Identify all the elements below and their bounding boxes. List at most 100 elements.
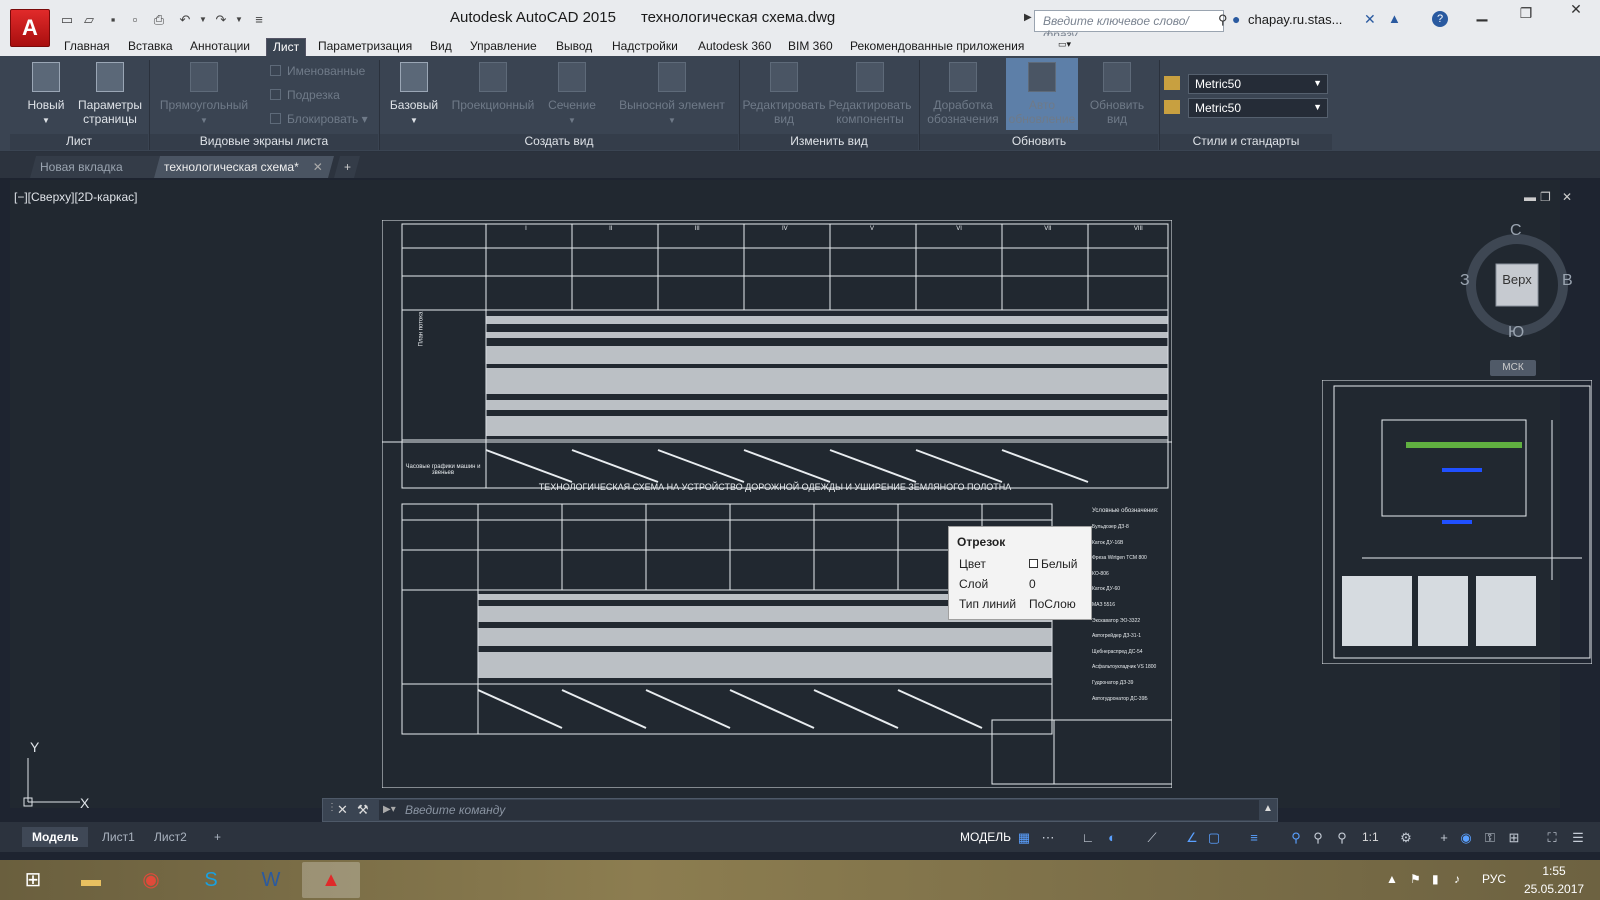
annotation-scale-value[interactable]: 1:1 [1362, 830, 1379, 844]
customization-icon[interactable]: ☰ [1570, 830, 1586, 846]
wcs-menu[interactable]: МСК [1490, 360, 1536, 376]
network-icon[interactable]: ▮ [1432, 872, 1439, 886]
a360-icon[interactable]: ▲ [1388, 11, 1401, 26]
tab-home[interactable]: Главная [58, 38, 116, 56]
file-explorer-icon[interactable]: ▬ [62, 862, 120, 898]
tab-output[interactable]: Вывод [550, 38, 598, 56]
ribbon-toggle-icon[interactable]: ▭▾ [1052, 38, 1077, 56]
expand-search-icon[interactable]: ▶ [1024, 12, 1032, 23]
save-icon[interactable]: ▪ [104, 12, 122, 28]
add-layout-icon[interactable]: + [204, 827, 231, 847]
update-view-button[interactable]: Обновить вид [1082, 62, 1152, 126]
user-account[interactable]: chapay.ru.stas... [1248, 12, 1342, 27]
tab-view[interactable]: Вид [424, 38, 458, 56]
tab-manage[interactable]: Управление [464, 38, 543, 56]
rectangular-viewport-button[interactable]: Прямоугольный ▼ [156, 62, 252, 128]
projected-view-button[interactable]: Проекционный [448, 62, 538, 112]
exchange-icon[interactable]: ✕ [1364, 11, 1376, 28]
object-snap-icon[interactable]: ▢ [1206, 830, 1222, 846]
add-tab-icon[interactable]: + [334, 156, 360, 178]
tray-expand-icon[interactable]: ▲ [1386, 872, 1398, 886]
compass-east[interactable]: В [1562, 272, 1573, 290]
language-indicator[interactable]: РУС [1482, 872, 1506, 886]
tab-annotate[interactable]: Аннотации [184, 38, 256, 56]
word-icon[interactable]: W [242, 862, 300, 898]
autocad-taskbar-icon[interactable]: ▲ [302, 862, 360, 898]
print-icon[interactable]: ⎙ [150, 12, 168, 28]
customize-qat-icon[interactable]: ≡ [250, 12, 268, 28]
section-view-button[interactable]: Сечение ▼ [544, 62, 600, 128]
annotation-visibility-icon[interactable]: ⚲ [1288, 830, 1304, 846]
compass-north[interactable]: С [1510, 222, 1522, 240]
clean-screen-icon[interactable]: ⛶ [1544, 830, 1560, 846]
tab-layout1[interactable]: Лист1 [92, 827, 145, 847]
auto-update-button[interactable]: Авто обновление [1006, 58, 1078, 130]
save-as-icon[interactable]: ▫ [126, 12, 144, 28]
tab-featured-apps[interactable]: Рекомендованные приложения [844, 38, 1030, 56]
maximize-button[interactable]: ❐ [1512, 4, 1540, 22]
auto-scale-icon[interactable]: ⚲ [1310, 830, 1326, 846]
edit-view-button[interactable]: Редактировать вид [742, 62, 826, 126]
tab-parametric[interactable]: Параметризация [312, 38, 418, 56]
redo-dropdown-icon[interactable]: ▼ [230, 12, 248, 28]
tab-insert[interactable]: Вставка [122, 38, 179, 56]
customize-icon[interactable]: ⚒ [357, 802, 369, 818]
tab-autodesk360[interactable]: Autodesk 360 [692, 38, 777, 56]
tab-layout2[interactable]: Лист2 [144, 827, 197, 847]
model-space-button[interactable]: МОДЕЛЬ [950, 827, 1021, 847]
tab-model[interactable]: Модель [22, 827, 89, 847]
binoculars-icon[interactable]: ⚲ [1218, 12, 1228, 28]
tab-addins[interactable]: Надстройки [606, 38, 684, 56]
edit-components-button[interactable]: Редактировать компоненты [828, 62, 912, 126]
viewport-controls[interactable]: [−][Сверху][2D-каркас] [14, 190, 138, 204]
section-style-select[interactable]: Metric50 ▼ [1188, 74, 1328, 94]
open-file-icon[interactable]: ▱ [80, 12, 98, 28]
ortho-icon[interactable]: ∟ [1080, 830, 1096, 846]
compass-west[interactable]: З [1460, 272, 1470, 290]
tab-new-tab[interactable]: Новая вкладка [30, 156, 160, 178]
lock-viewport-button[interactable]: Блокировать ▾ [270, 112, 368, 126]
clock-date[interactable]: 25.05.2017 [1524, 882, 1584, 896]
history-up-icon[interactable]: ▲ [1263, 803, 1273, 814]
viewport-restore-icon[interactable]: ❐ [1540, 190, 1551, 204]
user-icon[interactable]: ● [1232, 11, 1240, 27]
clip-viewport-button[interactable]: Подрезка [270, 88, 340, 102]
compass-south[interactable]: Ю [1508, 324, 1524, 342]
close-button[interactable]: ✕ [1552, 0, 1600, 24]
quick-properties-icon[interactable]: ⚿ [1482, 830, 1498, 846]
viewport-close-icon[interactable]: ✕ [1562, 190, 1572, 204]
viewport-minimize-icon[interactable]: ▬ [1524, 190, 1536, 204]
detail-style-select[interactable]: Metric50 ▼ [1188, 98, 1328, 118]
workspace-gear-icon[interactable]: ⚙ [1398, 830, 1414, 846]
drawing-sheet[interactable] [382, 220, 1172, 788]
new-file-icon[interactable]: ▭ [58, 12, 76, 28]
snap-icon[interactable]: ⋯ [1040, 830, 1056, 846]
close-cmdline-icon[interactable]: ✕ [337, 802, 348, 818]
isodraft-icon[interactable]: ⟋ [1144, 830, 1160, 846]
annotation-monitor-icon[interactable]: + [1436, 830, 1452, 846]
application-menu-button[interactable]: A [10, 9, 50, 47]
page-setup-button[interactable]: Параметры страницы [72, 62, 148, 126]
command-input[interactable]: Введите команду [379, 800, 1259, 820]
volume-icon[interactable]: ♪ [1454, 872, 1460, 886]
object-snap-tracking-icon[interactable]: ∠ [1184, 830, 1200, 846]
redo-icon[interactable]: ↷ [212, 12, 230, 28]
polar-icon[interactable]: ◐ [1104, 830, 1120, 846]
named-viewports-button[interactable]: Именованные [270, 64, 365, 78]
new-layout-button[interactable]: Новый ▼ [18, 62, 74, 128]
tab-document[interactable]: технологическая схема* ✕ [154, 156, 334, 178]
lock-ui-icon[interactable]: ⊞ [1506, 830, 1522, 846]
lineweight-icon[interactable]: ≡ [1246, 830, 1262, 846]
drag-handle-icon[interactable]: ⋮ [327, 802, 337, 813]
search-input[interactable]: Введите ключевое слово/фразу [1034, 10, 1224, 42]
tab-layout[interactable]: Лист [266, 38, 307, 56]
grid-icon[interactable]: ▦ [1016, 830, 1032, 846]
skype-icon[interactable]: S [182, 862, 240, 898]
annotation-finish-button[interactable]: Доработка обозначения [922, 62, 1004, 126]
secondary-drawing[interactable] [1322, 380, 1592, 664]
start-button-icon[interactable]: ⊞ [4, 862, 62, 898]
detail-view-button[interactable]: Выносной элемент ▼ [614, 62, 730, 128]
undo-dropdown-icon[interactable]: ▼ [194, 12, 212, 28]
base-view-button[interactable]: Базовый ▼ [386, 62, 442, 128]
flag-icon[interactable]: ⚑ [1410, 872, 1421, 886]
